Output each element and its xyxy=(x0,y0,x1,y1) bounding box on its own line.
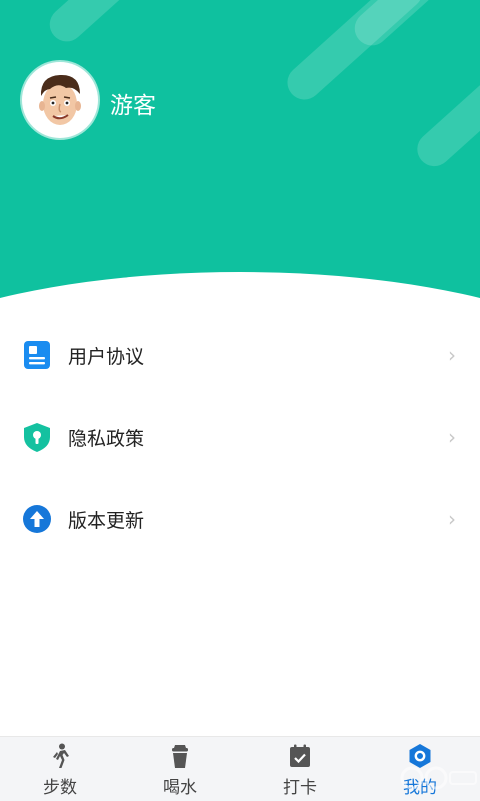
tab-label: 步数 xyxy=(43,778,77,798)
menu-item-label: 用户协议 xyxy=(68,345,145,368)
menu-item-label: 版本更新 xyxy=(68,509,145,532)
calendar-check-icon xyxy=(290,744,310,767)
watermark-logo xyxy=(400,766,477,790)
username: 游客 xyxy=(110,93,156,119)
profile-header: 游客 xyxy=(0,0,480,300)
menu-item-label: 隐私政策 xyxy=(68,427,145,450)
header-decor-stripe xyxy=(42,0,148,49)
shield-lock-icon xyxy=(24,423,50,452)
cartoon-face-icon xyxy=(39,74,81,125)
document-icon xyxy=(24,341,50,369)
menu-list: 用户协议 › 隐私政策 › 版本更新 › xyxy=(0,300,480,736)
menu-item-privacy-policy[interactable]: 隐私政策 › xyxy=(0,402,480,472)
chevron-right-icon: › xyxy=(448,507,456,531)
walking-icon xyxy=(53,743,69,768)
header-curve xyxy=(0,272,480,300)
tab-check-in[interactable]: 打卡 xyxy=(240,737,360,801)
tab-drink-water[interactable]: 喝水 xyxy=(120,737,240,801)
tab-label: 打卡 xyxy=(283,778,317,798)
header-decor-stripe xyxy=(410,60,480,174)
chevron-right-icon: › xyxy=(448,425,456,449)
menu-item-user-agreement[interactable]: 用户协议 › xyxy=(0,320,480,390)
cup-icon xyxy=(172,745,188,768)
tab-steps[interactable]: 步数 xyxy=(0,737,120,801)
avatar[interactable] xyxy=(22,62,98,138)
tab-label: 喝水 xyxy=(163,778,197,798)
chevron-right-icon: › xyxy=(448,343,456,367)
arrow-up-icon xyxy=(23,505,51,533)
menu-item-version-update[interactable]: 版本更新 › xyxy=(0,484,480,554)
